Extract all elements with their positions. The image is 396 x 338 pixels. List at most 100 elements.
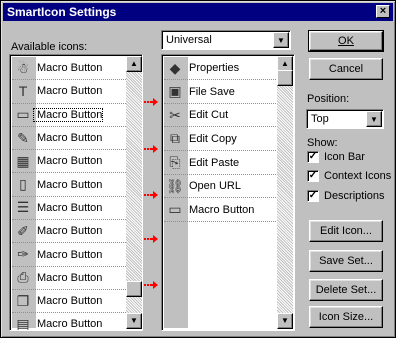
- cancel-label: Cancel: [328, 63, 364, 75]
- delete-set-button[interactable]: Delete Set...: [309, 279, 383, 301]
- list-item[interactable]: ⛓ Open URL: [164, 175, 278, 199]
- list-item[interactable]: ▦ Macro Button: [12, 150, 126, 174]
- list-item-label: Open URL: [189, 180, 241, 193]
- file-save-icon: ▣: [168, 83, 182, 100]
- list-item-label: Macro Button: [37, 225, 103, 238]
- scroll-down-button[interactable]: ▼: [126, 313, 142, 329]
- checkbox-icon[interactable]: ✓: [307, 190, 319, 202]
- scroll-thumb[interactable]: [277, 70, 293, 86]
- macro-button-icon: ▭: [168, 201, 182, 218]
- ok-button[interactable]: OK: [308, 30, 384, 52]
- macro-copies-icon: ❐: [16, 292, 30, 309]
- icon-bar-checkbox[interactable]: ✓ Icon Bar: [307, 151, 365, 163]
- list-item[interactable]: ✎ Macro Button: [12, 127, 126, 151]
- descriptions-label: Descriptions: [324, 190, 385, 202]
- save-set-button[interactable]: Save Set...: [309, 250, 383, 272]
- chevron-down-icon[interactable]: ▼: [273, 32, 289, 48]
- macro-page-icon: ▯: [19, 176, 27, 193]
- list-item[interactable]: ☰ Macro Button: [12, 197, 126, 221]
- checkbox-icon[interactable]: ✓: [307, 170, 319, 182]
- list-item-label: Macro Button: [37, 85, 103, 98]
- macro-grid-icon: ▦: [16, 152, 30, 169]
- icon-size-button[interactable]: Icon Size...: [309, 306, 383, 328]
- list-item-label: Macro Button: [37, 62, 103, 75]
- list-item-label: Edit Paste: [189, 156, 240, 169]
- list-item-label: Macro Button: [37, 178, 103, 191]
- list-item[interactable]: ▯ Macro Button: [12, 174, 126, 197]
- macro-window-icon: ▭: [16, 106, 30, 123]
- url-icon: ⛓: [166, 177, 184, 194]
- macro-lines-icon: ☰: [16, 199, 30, 216]
- copy-icon: ⧉: [170, 130, 180, 147]
- list-item[interactable]: ⧉ Edit Copy: [164, 128, 278, 152]
- icon-set-dropdown[interactable]: Universal ▼: [161, 30, 291, 50]
- title-bar: SmartIcon Settings ×: [3, 3, 393, 21]
- list-item[interactable]: ⎙ Macro Button: [12, 267, 126, 290]
- arrow-right-icon: [144, 281, 158, 289]
- available-icons-label: Available icons:: [11, 41, 88, 53]
- list-item-label: Macro Button: [37, 132, 103, 145]
- current-icons-list[interactable]: ◆ Properties ▣ File Save ✂ Edit Cut ⧉ Edit Copy…: [161, 54, 295, 331]
- macro-doc-icon: ▤: [16, 315, 30, 331]
- current-scrollbar[interactable]: ▲ ▼: [277, 56, 293, 329]
- available-scrollbar[interactable]: ▲ ▼: [126, 56, 142, 329]
- icon-size-label: Icon Size...: [318, 311, 374, 323]
- icon-bar-label: Icon Bar: [324, 151, 365, 163]
- position-label: Position:: [307, 93, 350, 105]
- list-item[interactable]: ▤ Macro Button: [12, 313, 126, 331]
- scissors-icon: ✂: [169, 106, 181, 123]
- list-item-label: Macro Button: [37, 271, 103, 284]
- show-label: Show:: [307, 137, 338, 149]
- ok-label: OK: [338, 35, 354, 47]
- close-button[interactable]: ×: [376, 5, 390, 18]
- list-item-label: Macro Button: [37, 318, 103, 331]
- list-item-label: Macro Button: [37, 155, 103, 168]
- list-item[interactable]: ✂ Edit Cut: [164, 104, 278, 128]
- descriptions-checkbox[interactable]: ✓ Descriptions: [307, 190, 385, 202]
- list-item-label: Macro Button: [37, 295, 103, 308]
- position-dropdown[interactable]: Top ▼: [306, 109, 384, 129]
- macro-figure-icon: ☃: [16, 59, 30, 76]
- list-item-label: Properties: [189, 62, 240, 75]
- macro-pen-icon: ✎: [17, 129, 29, 146]
- list-item[interactable]: ◆ Properties: [164, 57, 278, 81]
- checkbox-icon[interactable]: ✓: [307, 151, 319, 163]
- context-icons-label: Context Icons: [324, 170, 392, 182]
- properties-icon: ◆: [169, 59, 181, 76]
- list-item-label: Macro Button: [37, 201, 103, 214]
- arrow-right-icon: [144, 98, 158, 106]
- icon-set-value: Universal: [166, 34, 212, 46]
- smarticon-settings-dialog: SmartIcon Settings × Available icons: ☃ M…: [0, 0, 396, 338]
- list-item-label: Edit Cut: [189, 109, 229, 122]
- list-item[interactable]: ▣ File Save: [164, 81, 278, 104]
- list-item[interactable]: ❐ Macro Button: [12, 290, 126, 314]
- arrow-right-icon: [144, 235, 158, 243]
- edit-icon-label: Edit Icon...: [320, 225, 372, 237]
- list-item[interactable]: T Macro Button: [12, 80, 126, 104]
- list-item-label: Macro Button: [32, 107, 104, 122]
- list-item[interactable]: ✐ Macro Button: [12, 220, 126, 244]
- macro-brush2-icon: ✑: [17, 246, 29, 263]
- list-item[interactable]: ⎘ Edit Paste: [164, 151, 278, 175]
- list-item[interactable]: ▭ Macro Button: [164, 199, 278, 222]
- scroll-down-button[interactable]: ▼: [277, 313, 293, 329]
- available-icons-list[interactable]: ☃ Macro Button T Macro Button ▭ Macro Button ✎…: [9, 54, 143, 331]
- edit-icon-button[interactable]: Edit Icon...: [309, 220, 383, 242]
- save-set-label: Save Set...: [319, 255, 373, 267]
- chevron-down-icon[interactable]: ▼: [366, 111, 382, 127]
- list-item[interactable]: ✑ Macro Button: [12, 243, 126, 267]
- list-item[interactable]: ▭ Macro Button: [12, 104, 126, 127]
- context-icons-checkbox[interactable]: ✓ Context Icons: [307, 170, 391, 182]
- list-item[interactable]: ☃ Macro Button: [12, 57, 126, 81]
- macro-text-icon: T: [18, 83, 28, 100]
- cancel-button[interactable]: Cancel: [309, 58, 383, 80]
- scroll-up-button[interactable]: ▲: [126, 56, 142, 72]
- scroll-thumb[interactable]: [126, 281, 142, 297]
- arrow-right-icon: [144, 191, 158, 199]
- macro-printer-icon: ⎙: [17, 269, 29, 286]
- paste-icon: ⎘: [169, 154, 181, 171]
- position-value: Top: [311, 113, 329, 125]
- arrow-right-icon: [144, 145, 158, 153]
- list-item-label: Macro Button: [37, 248, 103, 261]
- macro-brush-icon: ✐: [17, 222, 29, 239]
